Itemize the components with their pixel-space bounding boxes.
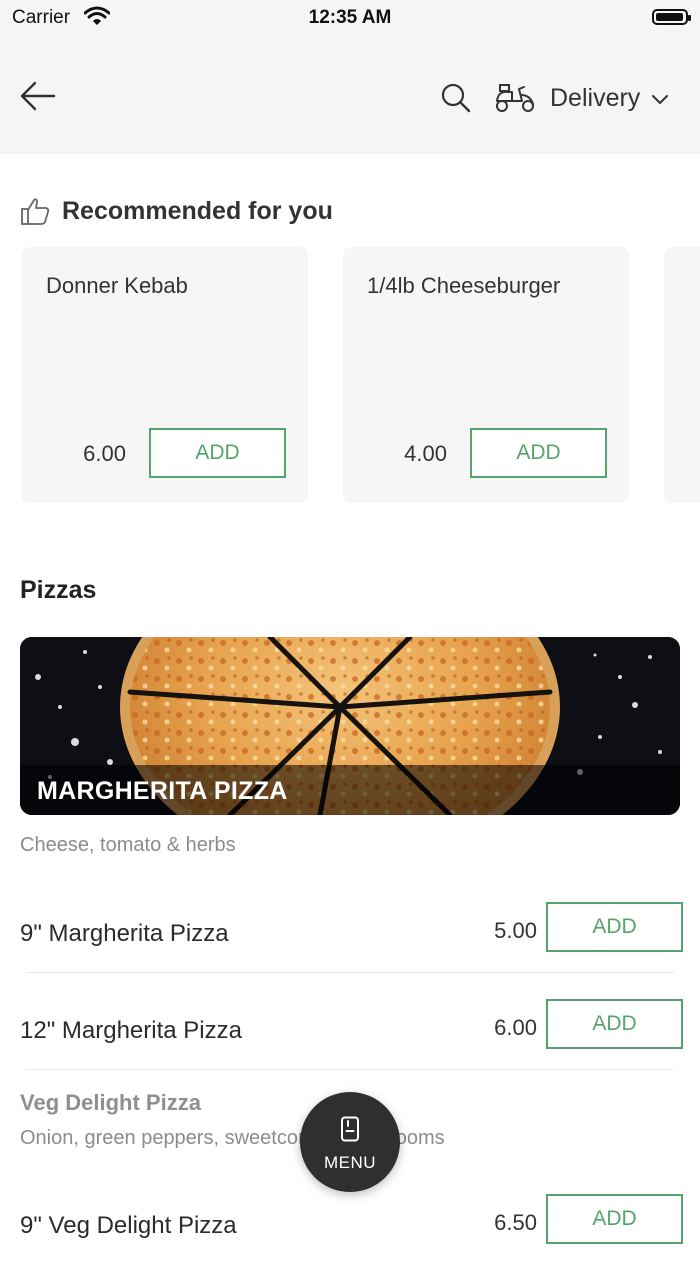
- recommended-card[interactable]: 1/4lb Cheeseburger 4.00 ADD: [343, 247, 629, 503]
- recommended-item-name: Donner Kebab: [46, 273, 188, 298]
- status-bar: Carrier 12:35 AM: [0, 0, 700, 40]
- recommended-title: Recommended for you: [62, 196, 333, 225]
- menu-item-row: 9" Veg Delight Pizza 6.50 ADD: [0, 1180, 700, 1276]
- add-button[interactable]: ADD: [546, 999, 683, 1049]
- battery-icon: [652, 9, 691, 25]
- delivery-label: Delivery: [550, 83, 641, 112]
- banner-title: MARGHERITA PIZZA: [37, 777, 288, 805]
- menu-item-price: 6.50: [494, 1210, 537, 1235]
- menu-item-name: 9" Margherita Pizza: [20, 920, 229, 947]
- search-button[interactable]: [440, 82, 472, 114]
- top-nav-bar: Delivery: [0, 40, 700, 154]
- menu-fab-button[interactable]: MENU: [300, 1092, 400, 1192]
- recommended-card[interactable]: Donner Kebab 6.00 ADD: [22, 247, 308, 503]
- menu-item-price: 5.00: [494, 918, 537, 943]
- subgroup-title: Veg Delight Pizza: [20, 1090, 201, 1115]
- menu-item-row: 12" Margherita Pizza 6.00 ADD: [0, 985, 700, 1081]
- chevron-down-icon: [652, 95, 669, 104]
- margherita-banner: MARGHERITA PIZZA: [20, 637, 680, 815]
- back-button[interactable]: [18, 78, 58, 114]
- menu-book-icon: [341, 1116, 359, 1142]
- menu-fab-label: MENU: [323, 1153, 377, 1172]
- thumbs-up-icon: [21, 198, 50, 225]
- menu-item-name: 9" Veg Delight Pizza: [20, 1212, 237, 1239]
- scooter-icon: [496, 84, 534, 112]
- clock-time: 12:35 AM: [308, 7, 392, 28]
- recommended-item-price: 6.00: [83, 441, 126, 466]
- recommended-card-partial[interactable]: [664, 247, 700, 503]
- recommended-header: Recommended for you: [20, 196, 333, 226]
- menu-item-price: 6.00: [494, 1015, 537, 1040]
- banner-description: Cheese, tomato & herbs: [20, 834, 236, 856]
- add-button[interactable]: ADD: [470, 428, 607, 478]
- back-arrow-icon: [20, 81, 56, 111]
- section-title-pizzas: Pizzas: [20, 576, 97, 604]
- recommended-item-price: 4.00: [404, 441, 447, 466]
- add-button[interactable]: ADD: [546, 1194, 683, 1244]
- divider: [26, 1069, 674, 1070]
- add-button[interactable]: ADD: [546, 902, 683, 952]
- menu-item-row: 9" Margherita Pizza 5.00 ADD: [0, 888, 700, 984]
- search-icon: [441, 83, 471, 113]
- divider: [26, 972, 674, 973]
- recommended-item-name: 1/4lb Cheeseburger: [367, 273, 561, 298]
- menu-item-name: 12" Margherita Pizza: [20, 1017, 242, 1044]
- add-button[interactable]: ADD: [149, 428, 286, 478]
- delivery-mode-selector[interactable]: Delivery: [494, 78, 669, 118]
